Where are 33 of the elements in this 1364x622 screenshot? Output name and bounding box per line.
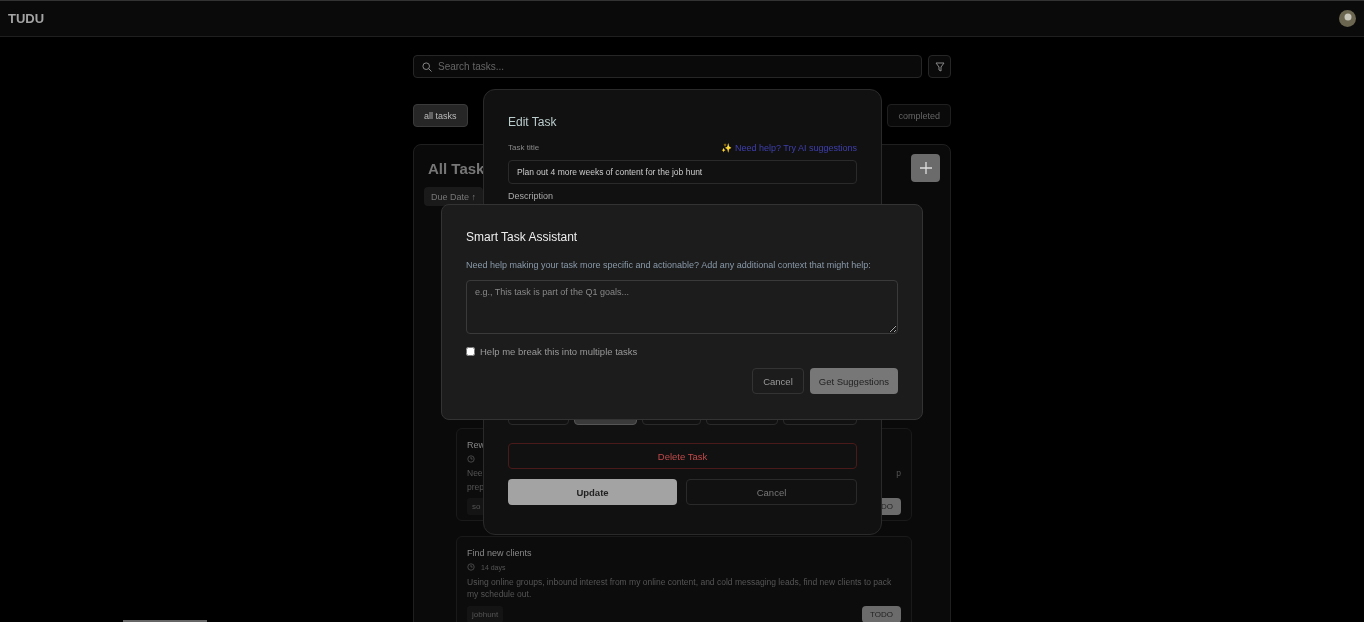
add-task-button[interactable] [911,154,940,182]
dialog-title: Edit Task [508,115,558,129]
status-badge: TODO [862,606,901,622]
delete-task-button[interactable]: Delete Task [508,443,857,469]
field-label: Task title [508,143,540,153]
task-description: Using online groups, inbound interest from my online content, and cold messaging leads, find new clients to pack my schedule out. [467,576,893,600]
field-label: Description [508,191,554,201]
app-logo[interactable]: TUDU [8,11,45,26]
filter-tab[interactable]: all tasks [413,104,468,127]
plus-icon [919,162,932,174]
clock-icon [467,455,475,463]
scrollbar-thumb[interactable] [123,620,207,622]
task-title-field[interactable]: Plan out 4 more weeks of content for the job hunt [508,160,857,184]
checkbox-label: Help me break this into multiple tasks [480,346,638,357]
avatar[interactable] [1339,10,1356,27]
clock-icon [467,563,475,571]
filter-icon [934,61,945,72]
task-title: Find new clients [467,548,533,558]
cancel-button[interactable]: Cancel [752,368,804,394]
cancel-button[interactable]: Cancel [686,479,857,505]
task-description: p [896,468,901,478]
get-suggestions-button[interactable]: Get Suggestions [809,368,898,394]
panel-title: All Task [428,160,485,177]
dialog-title: Smart Task Assistant [466,230,579,244]
update-button[interactable]: Update [508,479,677,505]
task-description: Nee [467,468,483,478]
context-field[interactable]: e.g., This task is part of the Q1 goals... [466,280,898,334]
filter-button[interactable] [928,55,951,78]
sort-button[interactable]: Due Date ↑ [424,187,484,206]
split-checkbox[interactable] [466,347,475,356]
dialog-prompt: Need help making your task more specific and actionable? Add any additional context that might help: [466,260,872,270]
search-icon [422,61,432,72]
filter-tab[interactable]: completed [887,104,951,127]
